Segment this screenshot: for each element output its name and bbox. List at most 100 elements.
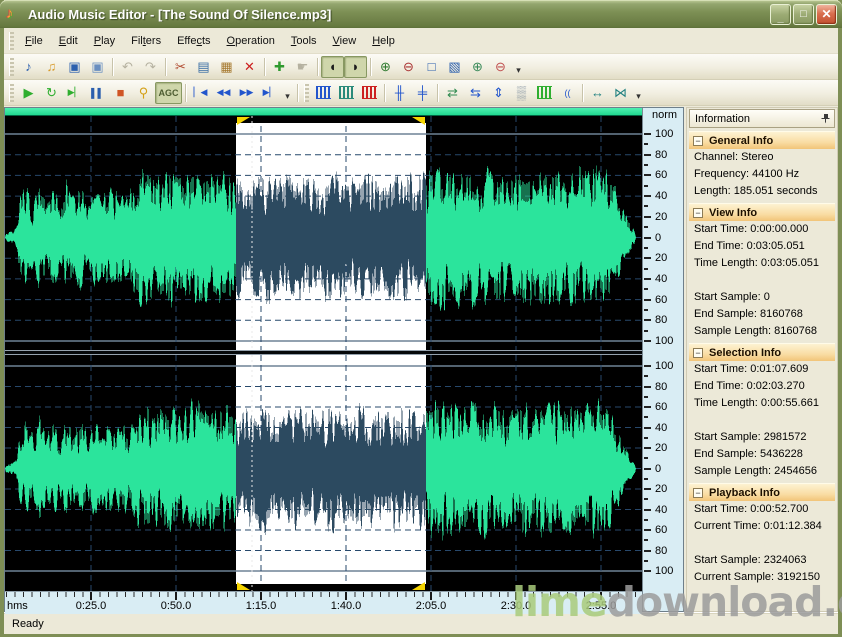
comb-short-icon (339, 86, 354, 99)
fast-forward-button[interactable]: ▶▶ (235, 82, 258, 104)
scale-label: 60 (655, 293, 668, 306)
menu-edit[interactable]: Edit (51, 31, 86, 51)
scale-tick (644, 153, 651, 156)
section-header-selection-info[interactable]: − Selection Info (689, 343, 835, 361)
toolbar-overflow-button[interactable]: ▾ (281, 82, 294, 104)
zero-cross-right-button[interactable]: ╪ (411, 82, 434, 104)
zoom-selection-button[interactable]: ▧ (443, 56, 466, 78)
zoom-out-button[interactable]: ⊖ (397, 56, 420, 78)
hand-icon: ☛ (296, 58, 309, 74)
record-button[interactable]: ⚲ (132, 82, 155, 104)
info-panel-header[interactable]: Information (689, 109, 835, 128)
vertical-zoom-in-button[interactable]: ⊕ (466, 56, 489, 78)
window-title: Audio Music Editor - [The Sound Of Silen… (28, 6, 332, 22)
insert-silence-button[interactable] (312, 82, 335, 104)
trim-button[interactable]: ✚ (268, 56, 291, 78)
undo-button[interactable]: ↶ (116, 56, 139, 78)
zoom-full-button[interactable]: □ (420, 56, 443, 78)
play-icon: ▶ (23, 84, 34, 100)
section-header-playback-info[interactable]: − Playback Info (689, 483, 835, 501)
magnifier-selection-icon: ▧ (448, 58, 461, 74)
save-button[interactable]: ▣ (63, 56, 86, 78)
status-text: Ready (12, 617, 44, 630)
go-start-button[interactable]: ▏◀ (189, 82, 212, 104)
menu-tools[interactable]: Tools (283, 31, 325, 51)
echo-button[interactable]: (( (556, 82, 579, 104)
vertical-zoom-out-button[interactable]: ⊖ (489, 56, 512, 78)
menu-file[interactable]: File (17, 31, 51, 51)
new-file-icon: ♪ (25, 59, 32, 74)
copy-button[interactable]: ▤ (192, 56, 215, 78)
collapse-icon[interactable]: − (693, 347, 703, 358)
info-panel-title: Information (695, 112, 751, 125)
title-bar[interactable]: ♪ Audio Music Editor - [The Sound Of Sil… (0, 0, 842, 28)
scale-minor-tick (644, 308, 648, 311)
clipboard-icon: ▦ (220, 58, 233, 74)
open-file-button[interactable]: ♫ (40, 56, 63, 78)
noise-reduction-button[interactable]: ▒ (510, 82, 533, 104)
paste-button[interactable]: ▦ (215, 56, 238, 78)
collapse-icon[interactable]: − (693, 135, 703, 146)
new-file-button[interactable]: ♪ (17, 56, 40, 78)
zero-cross-left-button[interactable]: ╫ (388, 82, 411, 104)
mute-selection-button[interactable] (358, 82, 381, 104)
menu-view[interactable]: View (325, 31, 365, 51)
agc-toggle[interactable]: AGC (155, 81, 182, 104)
toolbar-separator (437, 83, 438, 102)
stop-icon: ■ (116, 85, 125, 100)
collapse-icon[interactable]: − (693, 487, 703, 498)
stretch-button[interactable]: ↔ (586, 82, 609, 104)
scale-label: 80 (655, 148, 668, 161)
menu-play[interactable]: Play (86, 31, 123, 51)
floppy-disk-icon: ▣ (68, 58, 81, 74)
reverse-button[interactable]: ⇄ (441, 82, 464, 104)
scale-tick (644, 385, 651, 388)
left-speaker-icon: ◖ (328, 59, 337, 74)
loop-play-button[interactable]: ↻ (40, 82, 63, 104)
save-as-button[interactable]: ▣ (86, 56, 109, 78)
toolbar-overflow-button[interactable]: ▾ (512, 56, 525, 78)
amplify-button[interactable] (533, 82, 556, 104)
go-end-button[interactable]: ▶▏ (258, 82, 281, 104)
section-header-view-info[interactable]: − View Info (689, 203, 835, 221)
close-button[interactable]: ✕ (816, 3, 837, 25)
menu-filters[interactable]: Filters (123, 31, 169, 51)
info-item: Current Time: 0:01:12.384 (694, 520, 822, 532)
menu-help[interactable]: Help (364, 31, 403, 51)
redo-button[interactable]: ↷ (139, 56, 162, 78)
ruler-major-tick (600, 592, 602, 600)
time-ruler[interactable]: hms 0:25.0 0:50.0 1:15.0 1:40.0 2:05.0 2:30.0… (5, 591, 642, 614)
center-wave-button[interactable]: ⇕ (487, 82, 510, 104)
menu-operation[interactable]: Operation (219, 31, 283, 51)
waveform-channel-right[interactable] (5, 355, 642, 591)
overview-seek-bar[interactable] (5, 108, 642, 116)
stop-button[interactable]: ■ (109, 82, 132, 104)
collapse-icon[interactable]: − (693, 207, 703, 218)
pin-icon[interactable] (820, 113, 831, 124)
swap-channels-button[interactable]: ⇆ (464, 82, 487, 104)
scale-minor-tick (644, 375, 648, 378)
left-channel-toggle[interactable]: ◖ (321, 55, 344, 78)
delete-button[interactable]: ✕ (238, 56, 261, 78)
menu-effects[interactable]: Effects (169, 31, 218, 51)
cut-button[interactable]: ✂ (169, 56, 192, 78)
rewind-button[interactable]: ◀◀ (212, 82, 235, 104)
section-header-general-info[interactable]: − General Info (689, 131, 835, 149)
pause-button[interactable]: ▌▌ (86, 82, 109, 104)
scale-tick (644, 133, 651, 135)
scale-tick (644, 406, 651, 408)
right-channel-toggle[interactable]: ◗ (344, 55, 367, 78)
shrink-button[interactable]: ⋈ (609, 82, 632, 104)
play-button[interactable]: ▶ (17, 82, 40, 104)
delete-silence-button[interactable] (335, 82, 358, 104)
minimize-button[interactable]: _ (770, 3, 791, 25)
maximize-button[interactable]: □ (793, 3, 814, 25)
norm-label: norm (652, 109, 678, 121)
paste-mix-button[interactable]: ☛ (291, 56, 314, 78)
info-item: End Time: 0:02:03.270 (694, 380, 805, 392)
waveform-channel-left[interactable] (5, 116, 642, 350)
toolbar-overflow-button[interactable]: ▾ (632, 82, 645, 104)
play-to-end-button[interactable]: ▶▏ (63, 82, 86, 104)
scale-tick (644, 298, 651, 301)
zoom-in-button[interactable]: ⊕ (374, 56, 397, 78)
